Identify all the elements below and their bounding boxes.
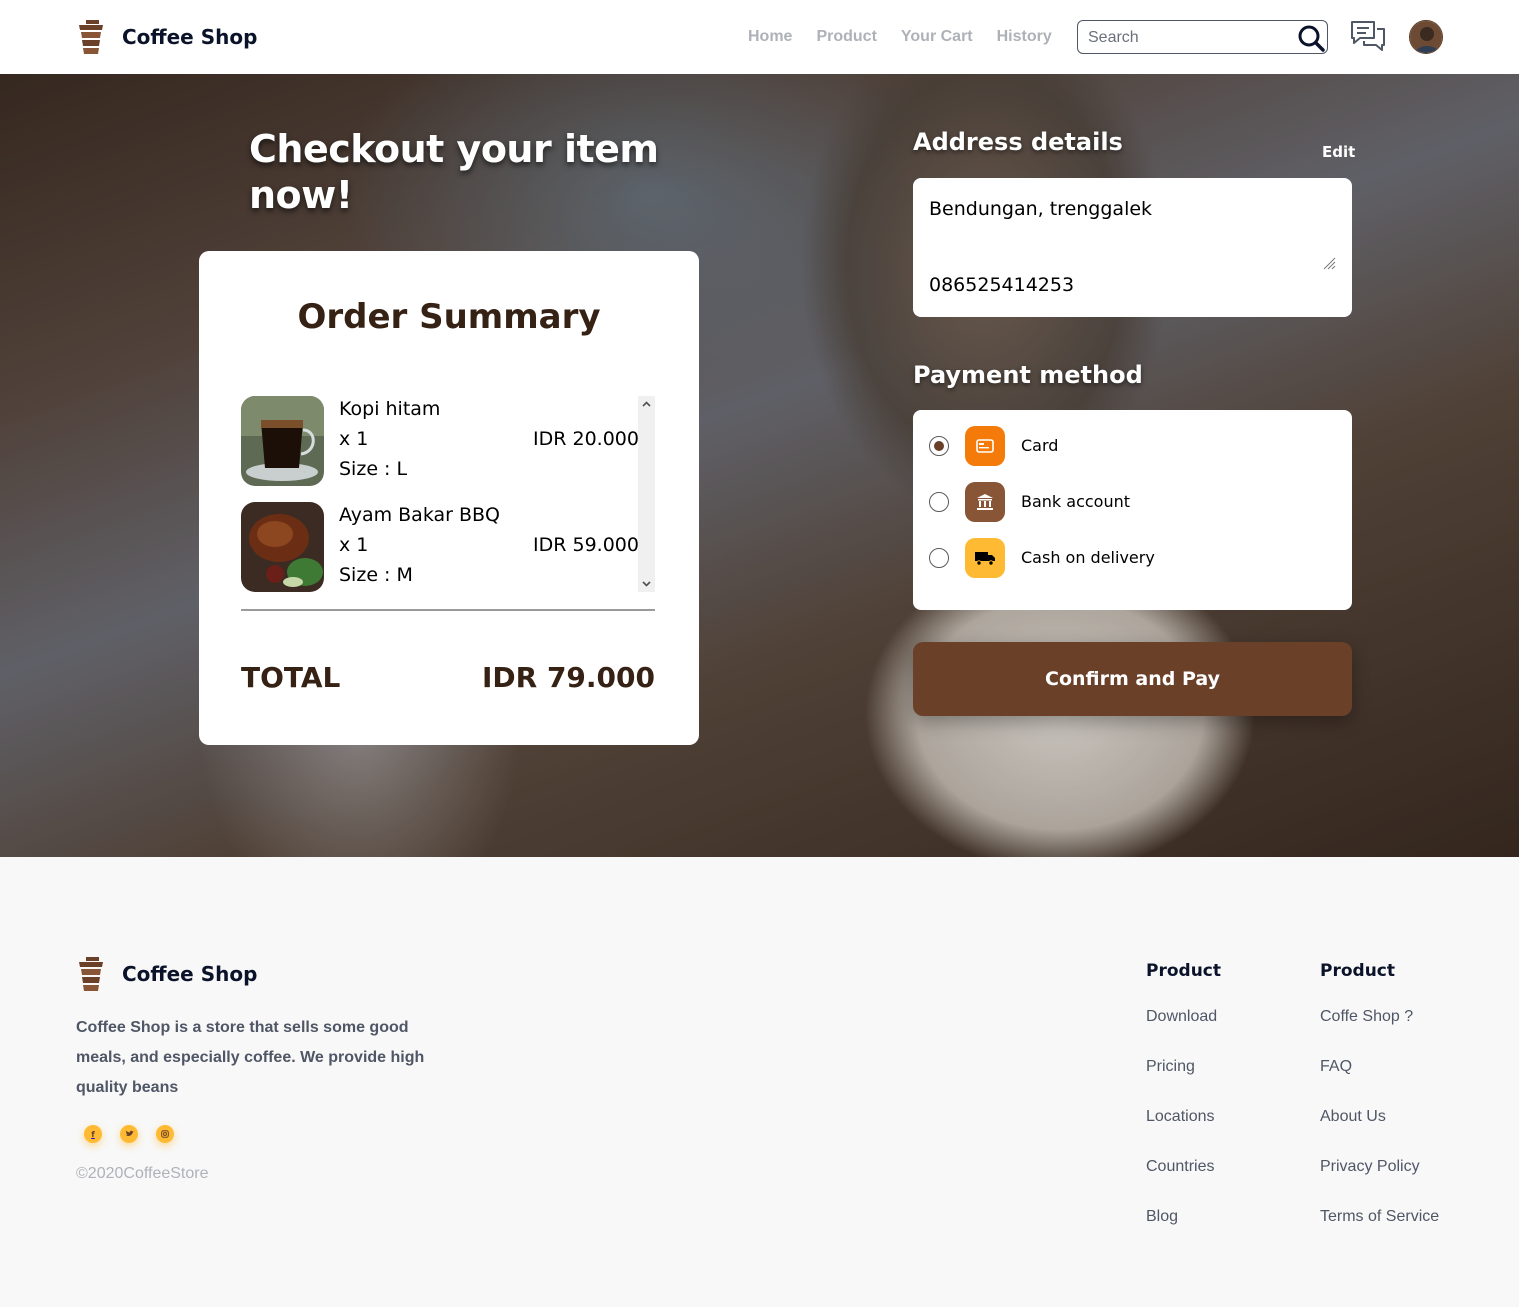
navbar: Coffee Shop Home Product Your Cart Histo… xyxy=(0,0,1519,74)
footer-column-heading: Product xyxy=(1146,961,1221,981)
phone-number: 086525414253 xyxy=(929,274,1075,296)
footer-column-product: Product Download Pricing Locations Count… xyxy=(1146,961,1221,1257)
address-heading: Address details xyxy=(913,128,1123,156)
order-item-name: Ayam Bakar BBQ xyxy=(339,504,501,526)
order-item-qty: x 1 xyxy=(339,428,369,450)
order-item-size: Size : L xyxy=(339,458,408,480)
nav-links: Home Product Your Cart History xyxy=(748,28,1052,46)
order-item-price: IDR 20.000 xyxy=(533,428,639,450)
address-line: Bendungan, trenggalek xyxy=(929,198,1153,220)
chevron-up-icon[interactable] xyxy=(641,399,652,410)
coffee-glass-image-icon xyxy=(241,396,324,486)
order-item: Ayam Bakar BBQ x 1 Size : M IDR 59.000 xyxy=(241,502,639,592)
truck-icon xyxy=(965,538,1005,578)
search-box xyxy=(1077,20,1328,54)
radio-card[interactable] xyxy=(929,436,949,456)
total-label: TOTAL xyxy=(241,661,341,694)
coffee-cup-logo-icon xyxy=(79,20,103,54)
footer-link-blog[interactable]: Blog xyxy=(1146,1207,1221,1257)
chat-icon[interactable] xyxy=(1350,19,1386,55)
brand-logo-link[interactable]: Coffee Shop xyxy=(76,20,257,54)
payment-label: Cash on delivery xyxy=(1021,548,1155,567)
footer-description: Coffee Shop is a store that sells some g… xyxy=(76,1019,425,1096)
instagram-icon[interactable] xyxy=(156,1125,174,1143)
footer-link-terms-of-service[interactable]: Terms of Service xyxy=(1320,1207,1439,1257)
coffee-cup-logo-icon xyxy=(79,957,103,991)
payment-option-cod[interactable]: Cash on delivery xyxy=(929,538,1329,578)
avatar[interactable] xyxy=(1409,20,1443,54)
footer-link-locations[interactable]: Locations xyxy=(1146,1107,1221,1157)
card-icon xyxy=(965,426,1005,466)
payment-method-box: Card Bank account Cash on delivery xyxy=(913,410,1352,610)
chevron-down-icon[interactable] xyxy=(641,578,652,589)
confirm-and-pay-button[interactable]: Confirm and Pay xyxy=(913,642,1352,716)
footer-link-privacy-policy[interactable]: Privacy Policy xyxy=(1320,1157,1439,1207)
payment-heading: Payment method xyxy=(913,361,1143,389)
brand-name: Coffee Shop xyxy=(122,25,258,49)
footer-link-about-us[interactable]: About Us xyxy=(1320,1107,1439,1157)
summary-divider xyxy=(241,609,655,611)
footer-brand[interactable]: Coffee Shop xyxy=(76,957,257,991)
nav-home[interactable]: Home xyxy=(748,28,792,46)
grilled-chicken-image-icon xyxy=(241,502,324,592)
twitter-icon[interactable] xyxy=(120,1125,138,1143)
payment-option-bank[interactable]: Bank account xyxy=(929,482,1329,522)
footer-link-countries[interactable]: Countries xyxy=(1146,1157,1221,1207)
order-item: Kopi hitam x 1 Size : L IDR 20.000 xyxy=(241,396,639,486)
footer-link-faq[interactable]: FAQ xyxy=(1320,1057,1439,1107)
payment-label: Bank account xyxy=(1021,492,1131,511)
edit-address-button[interactable]: Edit xyxy=(1322,143,1355,161)
search-input[interactable] xyxy=(1088,27,1288,49)
order-summary-card: Order Summary Kopi hitam x 1 Size : L ID… xyxy=(199,251,699,745)
payment-option-card[interactable]: Card xyxy=(929,426,1329,466)
payment-label: Card xyxy=(1021,436,1059,455)
footer-link-coffe-shop[interactable]: Coffe Shop ? xyxy=(1320,1007,1439,1057)
order-item-thumbnail xyxy=(241,396,324,486)
order-items-scrollbar[interactable] xyxy=(638,396,655,592)
address-textarea[interactable]: Bendungan, trenggalek 086525414253 xyxy=(913,178,1352,317)
copyright: ©2020CoffeeStore xyxy=(76,1165,209,1182)
resize-handle-icon[interactable] xyxy=(1322,256,1336,270)
order-items-list[interactable]: Kopi hitam x 1 Size : L IDR 20.000 Ayam … xyxy=(241,396,655,592)
radio-cod[interactable] xyxy=(929,548,949,568)
footer-link-pricing[interactable]: Pricing xyxy=(1146,1057,1221,1107)
order-item-name: Kopi hitam xyxy=(339,398,441,420)
radio-bank[interactable] xyxy=(929,492,949,512)
order-item-size: Size : M xyxy=(339,564,413,586)
footer-column-engage: Product Coffe Shop ? FAQ About Us Privac… xyxy=(1320,961,1439,1257)
order-summary-title: Order Summary xyxy=(297,297,601,337)
footer-brand-name: Coffee Shop xyxy=(122,962,258,986)
user-avatar-icon xyxy=(1410,21,1442,53)
nav-product[interactable]: Product xyxy=(816,28,876,46)
facebook-icon[interactable]: f xyxy=(84,1125,102,1143)
footer-link-download[interactable]: Download xyxy=(1146,1007,1221,1057)
social-links: f xyxy=(84,1125,174,1143)
bank-icon xyxy=(965,482,1005,522)
nav-your-cart[interactable]: Your Cart xyxy=(901,28,973,46)
order-item-thumbnail xyxy=(241,502,324,592)
page-title: Checkout your item now! xyxy=(249,127,659,217)
footer: Coffee Shop Coffee Shop is a store that … xyxy=(0,857,1519,1307)
nav-history[interactable]: History xyxy=(997,28,1052,46)
order-item-qty: x 1 xyxy=(339,534,369,556)
total-value: IDR 79.000 xyxy=(481,661,655,694)
checkout-hero: Checkout your item now! Order Summary Ko… xyxy=(0,74,1519,857)
order-item-price: IDR 59.000 xyxy=(533,534,639,556)
search-icon[interactable] xyxy=(1297,24,1325,52)
footer-column-heading: Product xyxy=(1320,961,1395,981)
